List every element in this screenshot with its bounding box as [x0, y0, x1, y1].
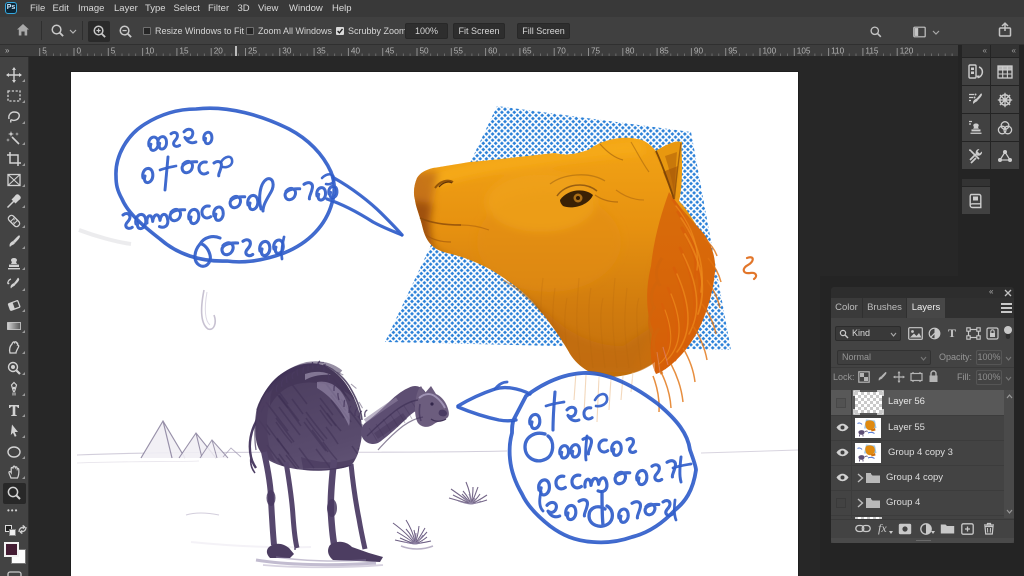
svg-text:120: 120	[900, 47, 914, 56]
svg-text:100: 100	[763, 47, 777, 56]
svg-text:105: 105	[797, 47, 811, 56]
